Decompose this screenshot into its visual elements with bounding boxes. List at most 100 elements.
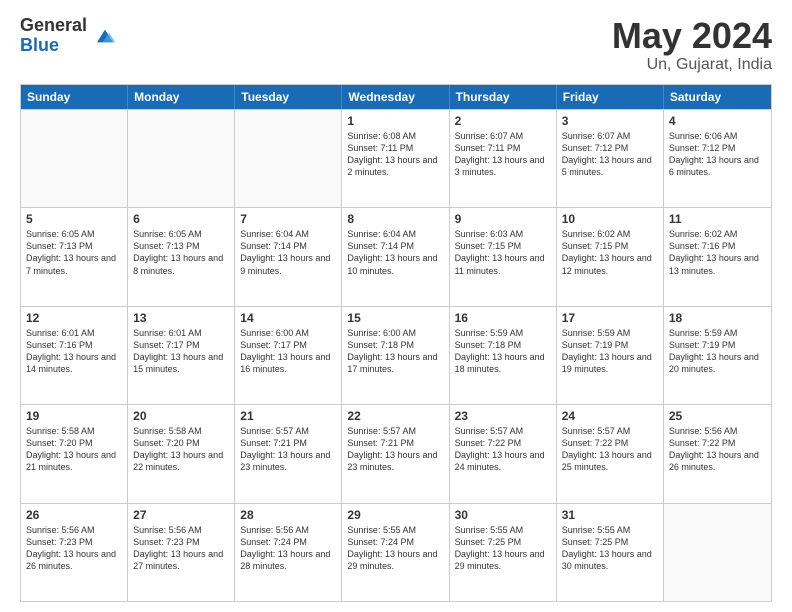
sunrise-text: Sunrise: 5:59 AM: [669, 327, 766, 339]
sunset-text: Sunset: 7:25 PM: [562, 536, 658, 548]
day-number: 1: [347, 114, 443, 128]
calendar-cell: 28Sunrise: 5:56 AMSunset: 7:24 PMDayligh…: [235, 504, 342, 601]
sunrise-text: Sunrise: 5:57 AM: [347, 425, 443, 437]
daylight-text: Daylight: 13 hours and 2 minutes.: [347, 154, 443, 178]
calendar-header-cell: Monday: [128, 85, 235, 109]
calendar-cell: 9 Sunrise: 6:03 AMSunset: 7:15 PMDaylight…: [450, 208, 557, 305]
sunset-text: Sunset: 7:18 PM: [347, 339, 443, 351]
calendar-cell: 15Sunrise: 6:00 AMSunset: 7:18 PMDayligh…: [342, 307, 449, 404]
daylight-text: Daylight: 13 hours and 12 minutes.: [562, 252, 658, 276]
daylight-text: Daylight: 13 hours and 23 minutes.: [240, 449, 336, 473]
calendar-cell: 22 Sunrise: 5:57 AMSunset: 7:21 PMDayligh…: [342, 405, 449, 502]
day-number: 9: [455, 212, 551, 226]
main-title: May 2024: [612, 16, 772, 56]
calendar-header-cell: Thursday: [450, 85, 557, 109]
calendar-cell: 27Sunrise: 5:56 AMSunset: 7:23 PMDayligh…: [128, 504, 235, 601]
sunrise-text: Sunrise: 6:01 AM: [133, 327, 229, 339]
sunset-text: Sunset: 7:14 PM: [240, 240, 336, 252]
sunset-text: Sunset: 7:13 PM: [26, 240, 122, 252]
calendar-cell: 20Sunrise: 5:58 AMSunset: 7:20 PMDayligh…: [128, 405, 235, 502]
sunset-text: Sunset: 7:16 PM: [669, 240, 766, 252]
calendar: SundayMondayTuesdayWednesdayThursdayFrid…: [20, 84, 772, 602]
sunset-text: Sunset: 7:17 PM: [133, 339, 229, 351]
calendar-week-row: 26Sunrise: 5:56 AMSunset: 7:23 PMDayligh…: [21, 503, 771, 601]
sunrise-text: Sunrise: 6:00 AM: [240, 327, 336, 339]
calendar-cell: 4Sunrise: 6:06 AMSunset: 7:12 PMDaylight…: [664, 110, 771, 207]
sunrise-text: Sunrise: 5:59 AM: [562, 327, 658, 339]
sunset-text: Sunset: 7:21 PM: [347, 437, 443, 449]
subtitle: Un, Gujarat, India: [612, 56, 772, 74]
sunrise-text: Sunrise: 5:57 AM: [455, 425, 551, 437]
calendar-cell: 18Sunrise: 5:59 AMSunset: 7:19 PMDayligh…: [664, 307, 771, 404]
calendar-cell: 14Sunrise: 6:00 AMSunset: 7:17 PMDayligh…: [235, 307, 342, 404]
sunrise-text: Sunrise: 5:56 AM: [240, 524, 336, 536]
day-number: 13: [133, 311, 229, 325]
sunset-text: Sunset: 7:14 PM: [347, 240, 443, 252]
calendar-cell: 19Sunrise: 5:58 AMSunset: 7:20 PMDayligh…: [21, 405, 128, 502]
day-number: 11: [669, 212, 766, 226]
day-number: 30: [455, 508, 551, 522]
sunrise-text: Sunrise: 5:56 AM: [669, 425, 766, 437]
calendar-cell: 2Sunrise: 6:07 AMSunset: 7:11 PMDaylight…: [450, 110, 557, 207]
daylight-text: Daylight: 13 hours and 8 minutes.: [133, 252, 229, 276]
daylight-text: Daylight: 13 hours and 21 minutes.: [26, 449, 122, 473]
logo-general: General: [20, 16, 87, 36]
calendar-cell: [21, 110, 128, 207]
daylight-text: Daylight: 13 hours and 6 minutes.: [669, 154, 766, 178]
calendar-cell: [664, 504, 771, 601]
calendar-header: SundayMondayTuesdayWednesdayThursdayFrid…: [21, 85, 771, 109]
sunrise-text: Sunrise: 6:03 AM: [455, 228, 551, 240]
daylight-text: Daylight: 13 hours and 25 minutes.: [562, 449, 658, 473]
sunrise-text: Sunrise: 6:07 AM: [455, 130, 551, 142]
daylight-text: Daylight: 13 hours and 23 minutes.: [347, 449, 443, 473]
sunrise-text: Sunrise: 5:59 AM: [455, 327, 551, 339]
daylight-text: Daylight: 13 hours and 18 minutes.: [455, 351, 551, 375]
calendar-cell: 24Sunrise: 5:57 AMSunset: 7:22 PMDayligh…: [557, 405, 664, 502]
calendar-cell: [128, 110, 235, 207]
day-number: 2: [455, 114, 551, 128]
day-number: 25: [669, 409, 766, 423]
daylight-text: Daylight: 13 hours and 26 minutes.: [26, 548, 122, 572]
sunrise-text: Sunrise: 6:06 AM: [669, 130, 766, 142]
daylight-text: Daylight: 13 hours and 11 minutes.: [455, 252, 551, 276]
calendar-cell: 16Sunrise: 5:59 AMSunset: 7:18 PMDayligh…: [450, 307, 557, 404]
day-number: 22: [347, 409, 443, 423]
day-number: 4: [669, 114, 766, 128]
sunset-text: Sunset: 7:22 PM: [562, 437, 658, 449]
sunrise-text: Sunrise: 5:56 AM: [133, 524, 229, 536]
calendar-week-row: 5Sunrise: 6:05 AMSunset: 7:13 PMDaylight…: [21, 207, 771, 305]
sunrise-text: Sunrise: 6:01 AM: [26, 327, 122, 339]
daylight-text: Daylight: 13 hours and 26 minutes.: [669, 449, 766, 473]
sunrise-text: Sunrise: 6:04 AM: [347, 228, 443, 240]
day-number: 31: [562, 508, 658, 522]
daylight-text: Daylight: 13 hours and 28 minutes.: [240, 548, 336, 572]
sunset-text: Sunset: 7:23 PM: [26, 536, 122, 548]
daylight-text: Daylight: 13 hours and 9 minutes.: [240, 252, 336, 276]
calendar-cell: 7Sunrise: 6:04 AMSunset: 7:14 PMDaylight…: [235, 208, 342, 305]
daylight-text: Daylight: 13 hours and 22 minutes.: [133, 449, 229, 473]
daylight-text: Daylight: 13 hours and 14 minutes.: [26, 351, 122, 375]
sunset-text: Sunset: 7:17 PM: [240, 339, 336, 351]
sunset-text: Sunset: 7:15 PM: [455, 240, 551, 252]
day-number: 18: [669, 311, 766, 325]
daylight-text: Daylight: 13 hours and 29 minutes.: [347, 548, 443, 572]
daylight-text: Daylight: 13 hours and 27 minutes.: [133, 548, 229, 572]
calendar-header-cell: Sunday: [21, 85, 128, 109]
daylight-text: Daylight: 13 hours and 24 minutes.: [455, 449, 551, 473]
daylight-text: Daylight: 13 hours and 5 minutes.: [562, 154, 658, 178]
sunset-text: Sunset: 7:22 PM: [455, 437, 551, 449]
day-number: 24: [562, 409, 658, 423]
day-number: 23: [455, 409, 551, 423]
sunrise-text: Sunrise: 6:07 AM: [562, 130, 658, 142]
calendar-cell: 23 Sunrise: 5:57 AMSunset: 7:22 PMDayligh…: [450, 405, 557, 502]
sunrise-text: Sunrise: 6:05 AM: [133, 228, 229, 240]
calendar-cell: 17Sunrise: 5:59 AMSunset: 7:19 PMDayligh…: [557, 307, 664, 404]
sunset-text: Sunset: 7:22 PM: [669, 437, 766, 449]
header: General Blue May 2024 Un, Gujarat, India: [20, 16, 772, 74]
sunset-text: Sunset: 7:11 PM: [347, 142, 443, 154]
sunrise-text: Sunrise: 6:02 AM: [669, 228, 766, 240]
logo-blue: Blue: [20, 36, 87, 56]
sunset-text: Sunset: 7:25 PM: [455, 536, 551, 548]
day-number: 15: [347, 311, 443, 325]
daylight-text: Daylight: 13 hours and 20 minutes.: [669, 351, 766, 375]
